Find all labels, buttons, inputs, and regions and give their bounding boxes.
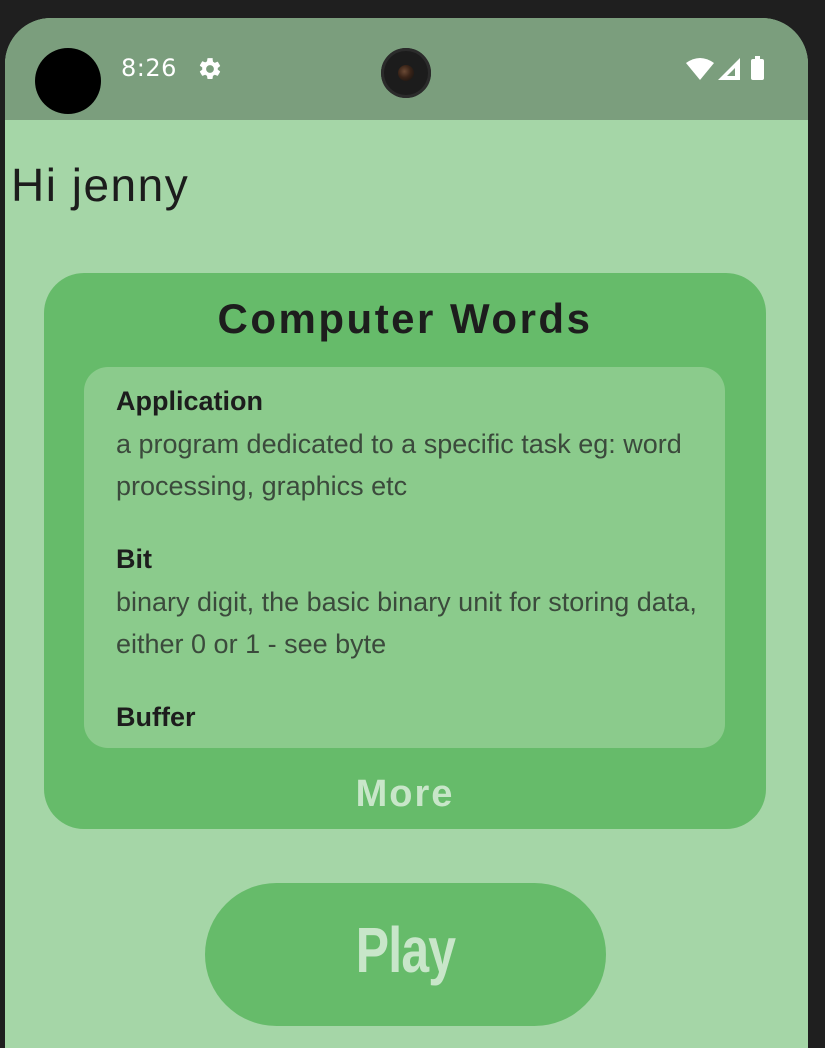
status-bar: 8:26 xyxy=(5,18,808,120)
device-frame: 8:26 Hi jenny Computer Words Application… xyxy=(0,0,825,1048)
wifi-icon xyxy=(686,58,714,80)
settings-gear-icon xyxy=(199,58,221,79)
cellular-signal-icon xyxy=(718,58,740,80)
more-button[interactable]: More xyxy=(44,773,766,816)
list-item: Buffer xyxy=(116,699,706,735)
word-term: Application xyxy=(116,386,263,416)
battery-icon xyxy=(751,56,764,80)
word-term: Bit xyxy=(116,544,152,574)
word-term: Buffer xyxy=(116,702,196,732)
status-time: 8:26 xyxy=(121,54,177,82)
status-icons xyxy=(686,56,764,80)
list-item: Bit binary digit, the basic binary unit … xyxy=(116,541,706,665)
word-definition: a program dedicated to a specific task e… xyxy=(116,429,682,501)
word-list[interactable]: Application a program dedicated to a spe… xyxy=(84,367,725,748)
app-screen: 8:26 Hi jenny Computer Words Application… xyxy=(5,18,808,1048)
list-item: Application a program dedicated to a spe… xyxy=(116,383,706,507)
play-button-label: Play xyxy=(355,914,456,986)
play-button[interactable]: Play xyxy=(205,883,606,1026)
front-camera-cutout xyxy=(35,48,101,114)
word-definition: binary digit, the basic binary unit for … xyxy=(116,587,697,659)
camera-lens xyxy=(381,48,431,98)
card-title: Computer Words xyxy=(217,295,593,342)
greeting-text: Hi jenny xyxy=(11,159,190,211)
computer-words-card: Computer Words Application a program ded… xyxy=(44,273,766,829)
